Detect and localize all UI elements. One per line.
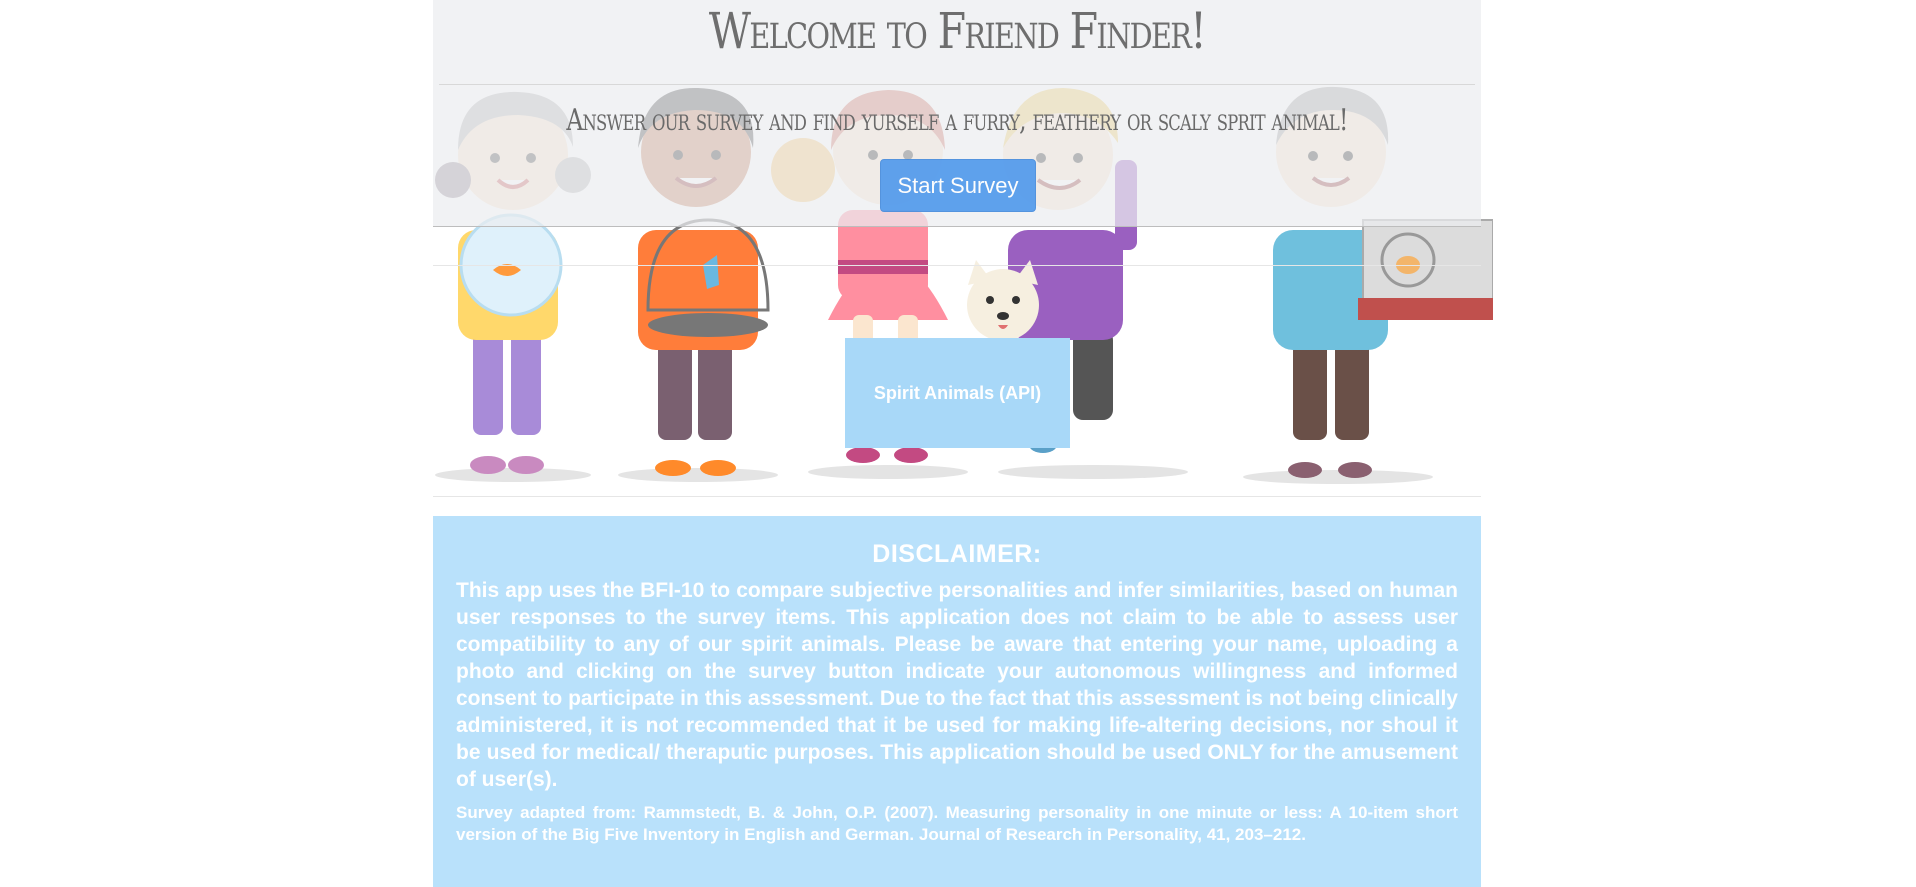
page-container: Welcome to Friend Finder! Answer our sur… [433,0,1493,887]
divider-upper [433,265,1481,266]
disclaimer-body: This app uses the BFI-10 to compare subj… [456,579,1458,791]
jumbotron: Welcome to Friend Finder! Answer our sur… [433,0,1481,227]
divider-lower [433,496,1481,497]
page-subtitle: Answer our survey and find yurself a fur… [566,103,1348,138]
disclaimer-heading: DISCLAIMER: [872,540,1042,568]
disclaimer-citation: Survey adapted from: Rammstedt, B. & Joh… [456,803,1458,844]
title-divider [439,84,1475,85]
start-survey-button[interactable]: Start Survey [880,159,1036,212]
disclaimer-panel: DISCLAIMER: This app uses the BFI-10 to … [433,516,1481,887]
page-title: Welcome to Friend Finder! [708,2,1207,60]
spirit-animals-api-button[interactable]: Spirit Animals (API) [845,338,1070,448]
hamster-cage-icon [1358,219,1493,320]
